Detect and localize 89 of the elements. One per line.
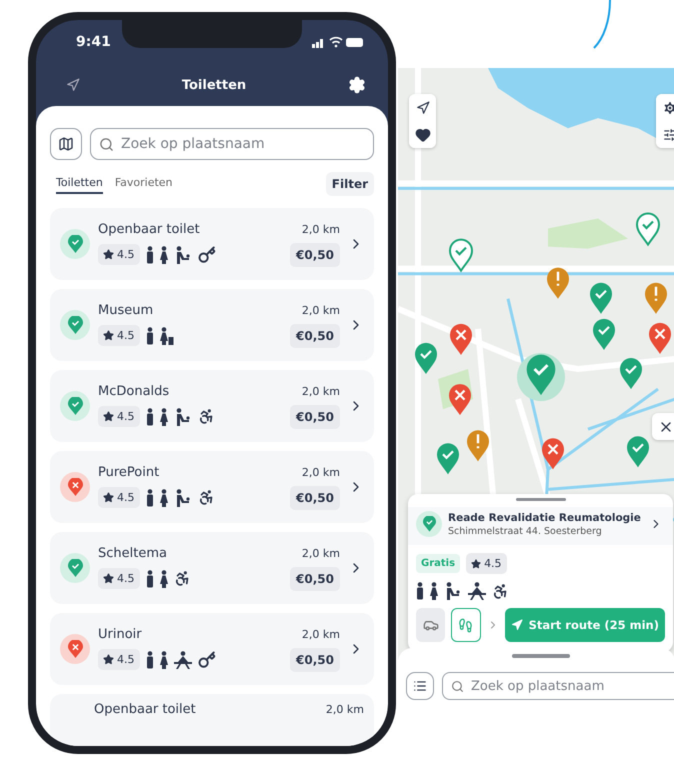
rating-value: 4.5 xyxy=(117,329,134,342)
distance: 2,0 km xyxy=(302,222,340,236)
toilet-card[interactable]: Openbaar toilet 2,0 km xyxy=(50,694,374,746)
car-button[interactable] xyxy=(416,608,446,642)
search-icon xyxy=(99,136,114,152)
place-address: Schimmelstraat 44. Soesterberg xyxy=(448,526,603,536)
star-icon xyxy=(471,558,482,568)
price-tag: Gratis xyxy=(416,554,460,573)
distance: 2,0 km xyxy=(302,384,340,398)
star-icon xyxy=(103,654,114,665)
rating-value: 4.5 xyxy=(117,653,134,666)
search-field[interactable]: Zoek op plaatsnaam xyxy=(90,128,374,160)
distance: 2,0 km xyxy=(302,466,340,478)
rating-value: 4.5 xyxy=(484,557,502,570)
status-time: 9:41 xyxy=(76,34,111,50)
sheet-handle[interactable] xyxy=(512,654,570,658)
distance: 2,0 km xyxy=(302,546,340,560)
distance: 2,0 km xyxy=(326,703,364,716)
settings-icon xyxy=(662,100,674,116)
star-icon xyxy=(103,492,114,503)
check-pin[interactable] xyxy=(627,436,649,468)
location-arrow-button[interactable] xyxy=(409,94,436,121)
toilet-name: McDonalds xyxy=(98,384,170,398)
rating-value: 4.5 xyxy=(117,491,134,504)
map-icon xyxy=(58,136,74,152)
star-icon xyxy=(103,249,114,260)
distance: 2,0 km xyxy=(302,628,340,640)
toilet-card[interactable]: PurePoint 2,0 km 4.5 €0,50 xyxy=(50,451,374,523)
map-button[interactable] xyxy=(50,128,82,160)
star-icon xyxy=(103,411,114,422)
price: €0,50 xyxy=(290,648,340,672)
toilet-card[interactable]: Openbaar toilet 2,0 km 4.5 €0,50 xyxy=(50,208,374,280)
toilet-card[interactable]: Urinoir 2,0 km 4.5 €0,50 xyxy=(50,613,374,685)
toilet-name: Scheltema xyxy=(98,546,167,560)
search-field[interactable]: Zoek op plaatsnaam xyxy=(442,672,674,700)
rating-value: 4.5 xyxy=(117,248,134,261)
toilet-card[interactable]: Scheltema 2,0 km 4.5 €0,50 xyxy=(50,532,374,604)
walk-button[interactable] xyxy=(451,608,481,642)
list-button[interactable] xyxy=(406,672,434,700)
toilet-name: Openbaar toilet xyxy=(94,702,196,717)
price: €0,50 xyxy=(290,324,340,348)
price: €0,50 xyxy=(290,566,340,590)
location-arrow-icon[interactable] xyxy=(66,78,80,92)
price: €0,50 xyxy=(290,486,340,510)
distance: 2,0 km xyxy=(302,304,340,316)
warning-pin[interactable] xyxy=(547,268,569,299)
card-handle[interactable] xyxy=(516,498,566,501)
cross-pin[interactable] xyxy=(542,438,564,470)
favorites-button[interactable] xyxy=(409,121,436,148)
toilet-name: Museum xyxy=(98,302,154,318)
location-arrow-icon xyxy=(416,100,430,114)
tab[interactable]: Favorieten xyxy=(114,174,173,194)
check-pin[interactable] xyxy=(437,443,459,474)
sliders-icon xyxy=(662,128,674,142)
rating-value: 4.5 xyxy=(117,572,134,585)
toilet-card[interactable]: McDonalds 2,0 km 4.5 €0,50 xyxy=(50,370,374,442)
check-pin[interactable] xyxy=(593,318,615,350)
filter-button[interactable]: Filter xyxy=(326,172,374,196)
warning-pin[interactable] xyxy=(645,282,667,314)
settings-icon[interactable] xyxy=(348,76,366,94)
check-pin[interactable] xyxy=(590,282,612,314)
star-icon xyxy=(103,573,114,584)
price: €0,50 xyxy=(290,242,340,266)
rating-value: 4.5 xyxy=(117,410,134,423)
place-name: Reade Revalidatie Reumatologie xyxy=(448,512,642,524)
cross-pin[interactable] xyxy=(649,322,671,354)
footprints-icon xyxy=(458,618,474,632)
toilet-name: PurePoint xyxy=(98,464,160,480)
check-pin[interactable] xyxy=(415,342,437,374)
list-icon xyxy=(413,679,427,693)
price: €0,50 xyxy=(290,404,340,428)
status-icons xyxy=(312,36,364,48)
search-icon xyxy=(451,680,464,692)
screen-title: Toiletten xyxy=(182,78,246,92)
check-pin[interactable] xyxy=(620,358,642,390)
toilet-card[interactable]: Museum 2,0 km 4.5 €0,50 xyxy=(50,289,374,361)
tab[interactable]: Toiletten xyxy=(56,174,103,194)
warning-pin[interactable] xyxy=(467,430,489,462)
cross-pin[interactable] xyxy=(449,384,471,416)
close-button[interactable] xyxy=(652,413,674,440)
check-pin[interactable] xyxy=(526,354,556,396)
search-input[interactable]: Zoek op plaatsnaam xyxy=(119,135,365,153)
star-icon xyxy=(103,330,114,341)
route-arrow-icon xyxy=(510,619,523,631)
toilet-name: Openbaar toilet xyxy=(98,222,200,236)
cross-pin[interactable] xyxy=(450,324,472,355)
heart-icon xyxy=(414,126,430,142)
search-input[interactable]: Zoek op plaatsnaam xyxy=(469,678,667,694)
toilet-name: Urinoir xyxy=(98,626,142,642)
